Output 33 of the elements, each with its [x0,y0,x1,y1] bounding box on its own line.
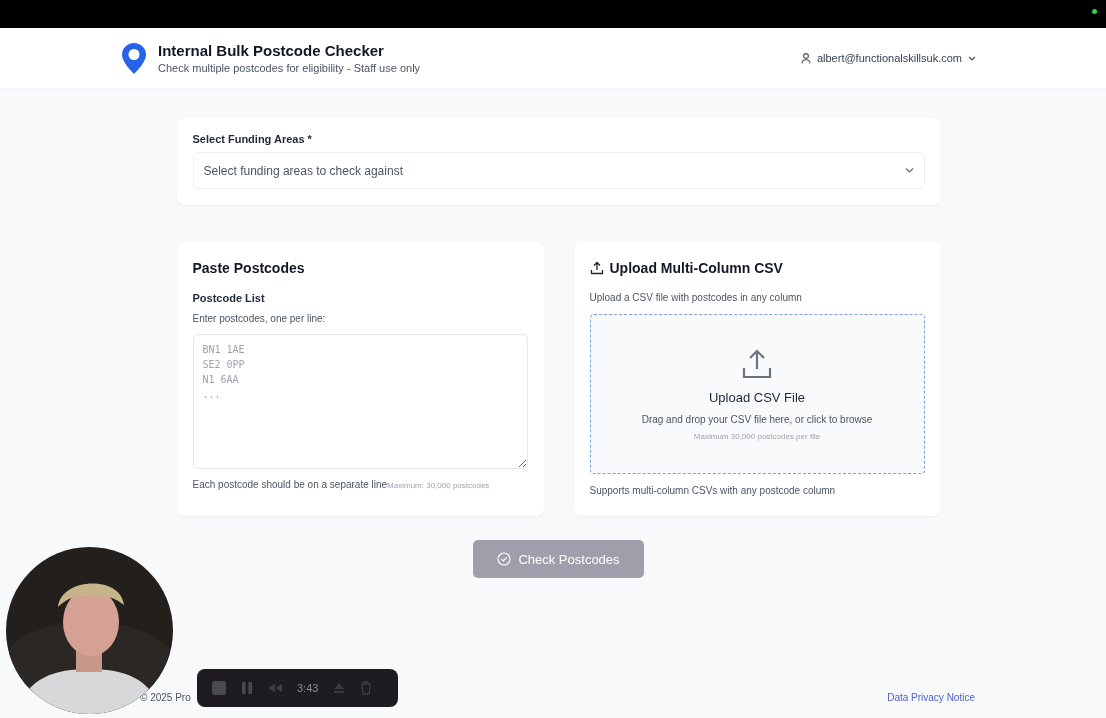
note-text: Supports multi-column CSVs with any postcode column [589,485,837,496]
drop-zone-title: Upload CSV File [708,389,806,405]
card-title: Paste Postcodes [192,259,306,276]
upload-icon [741,347,773,380]
help-text: Each postcode should be on a separate line [192,479,388,490]
drop-zone-text: Drag and drop your CSV file here, or click to browse [641,413,873,425]
app-title: Internal Bulk Postcode Checker [158,42,385,59]
field-hint: Enter postcodes, one per line: [192,313,327,324]
postcode-input-field[interactable]: BN1 1AE SE2 0PP N1 6AA ... [192,334,528,469]
file-drop-zone[interactable]: Upload CSV File Drag and drop your CSV file here, or click to browse Maximum 30,000 postcodes per file [589,314,925,474]
check-circle-icon [497,552,512,566]
app-subtitle: Check multiple postcodes for eligibility - Staff use only [158,62,421,74]
pause-icon[interactable] [241,681,253,695]
chevron-down-icon [904,168,914,173]
stop-icon[interactable] [211,680,227,696]
eject-icon[interactable] [332,681,347,695]
location-pin-icon [122,42,146,74]
user-icon [800,52,811,64]
user-menu[interactable]: albert@functionalskillsuk.com [800,52,976,64]
limit-text: Maximum: 30,000 postcodes [387,481,490,490]
field-label: Postcode List [192,292,266,304]
privacy-notice-link[interactable]: Data Privacy Notice [887,692,975,703]
limit-text: Maximum 30,000 postcodes per file [693,431,821,441]
rewind-icon[interactable] [267,683,283,693]
recording-time: 3:43 [297,682,319,694]
trash-icon[interactable] [360,681,373,695]
field-label: Select Funding Areas * [192,133,313,145]
card-title: Upload Multi-Column CSV [609,260,783,276]
upload-icon [589,261,604,275]
status-dot-icon [1092,9,1097,14]
card-description: Upload a CSV file with postcodes in any column [589,292,803,303]
funding-area-select[interactable]: Select funding areas to check against [192,152,925,189]
chevron-down-icon [968,55,976,61]
